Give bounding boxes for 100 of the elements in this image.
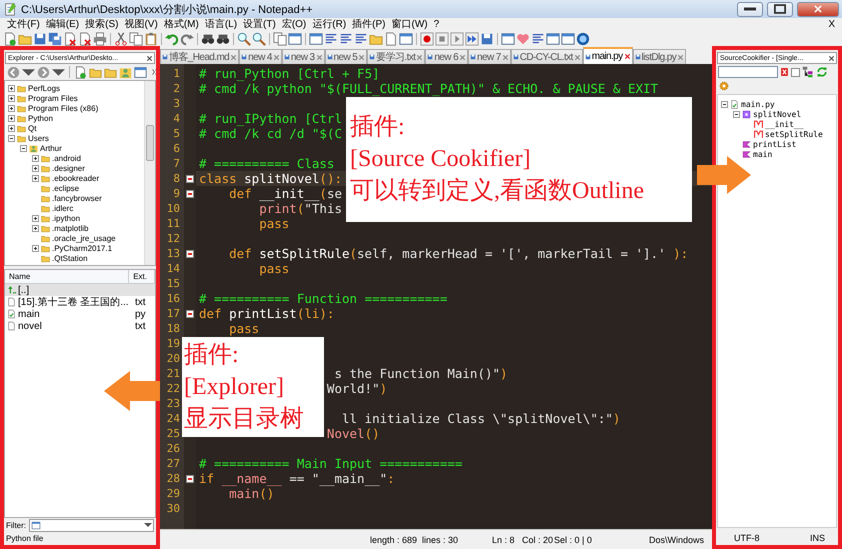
undo-icon[interactable] xyxy=(165,32,179,46)
close-icon[interactable] xyxy=(146,54,153,62)
folder-label[interactable]: PerfLogs xyxy=(28,84,60,92)
window-icon[interactable] xyxy=(501,32,515,46)
clipboard-icon[interactable] xyxy=(144,32,158,46)
menu-item[interactable]: 编辑(E) xyxy=(42,18,82,31)
expand-toggle[interactable] xyxy=(32,214,39,222)
search-field[interactable] xyxy=(718,66,778,78)
symbol-label[interactable]: main xyxy=(753,150,772,158)
file-tab[interactable]: 要学习.txt xyxy=(367,49,426,64)
expand-toggle[interactable] xyxy=(8,124,15,132)
file-tab[interactable]: 博客_Head.md xyxy=(160,49,240,64)
close-page-icon[interactable] xyxy=(78,32,92,46)
file-tab[interactable]: listDlg.py xyxy=(632,49,686,64)
folder-label[interactable]: Python xyxy=(28,114,53,122)
folder-label[interactable]: .eclipse xyxy=(52,184,80,192)
file-row[interactable]: [15].第十三卷 圣王国的... txt xyxy=(5,296,155,308)
fast-forward-icon[interactable] xyxy=(465,32,479,46)
new-page-icon[interactable] xyxy=(74,66,87,78)
clear-icon[interactable] xyxy=(780,66,789,78)
lines-icon[interactable] xyxy=(531,32,545,46)
menu-item[interactable]: 格式(M) xyxy=(160,18,202,31)
expand-toggle[interactable] xyxy=(733,110,740,118)
folder-label[interactable]: Qt xyxy=(28,124,36,132)
expand-toggle[interactable] xyxy=(8,84,15,92)
record-icon[interactable] xyxy=(420,32,434,46)
lines-icon[interactable] xyxy=(339,32,353,46)
scissors-icon[interactable] xyxy=(114,32,128,46)
binoculars-icon[interactable] xyxy=(216,32,230,46)
folder-label[interactable]: .oracle_jre_usage xyxy=(52,234,116,242)
column-header[interactable]: Ext. xyxy=(129,270,155,283)
scrollbar[interactable] xyxy=(144,81,155,265)
symbol-label[interactable]: setSplitRule xyxy=(765,130,823,138)
pages-icon[interactable] xyxy=(273,32,287,46)
window-icon[interactable] xyxy=(399,32,413,46)
menu-item[interactable]: 语言(L) xyxy=(202,18,240,31)
column-header[interactable]: Name xyxy=(5,270,130,283)
expand-toggle[interactable] xyxy=(8,104,15,112)
folder-label[interactable]: .idlerc xyxy=(52,204,74,212)
lines-icon[interactable] xyxy=(324,32,338,46)
menu-item[interactable]: 运行(R) xyxy=(309,18,350,31)
folder-label[interactable]: .designer xyxy=(52,164,85,172)
back-icon[interactable] xyxy=(7,66,20,78)
window-icon[interactable] xyxy=(134,66,147,78)
folder-label[interactable]: .ipython xyxy=(52,214,80,222)
stop-icon[interactable] xyxy=(435,32,449,46)
fold-marker[interactable] xyxy=(186,190,194,198)
folder-label[interactable]: Users xyxy=(28,134,49,142)
menu-item[interactable]: 窗口(W) xyxy=(388,18,431,31)
folder-label[interactable]: Program Files (x86) xyxy=(28,104,98,112)
expand-toggle[interactable] xyxy=(721,100,728,108)
expand-toggle[interactable] xyxy=(8,134,15,142)
maximize-button[interactable] xyxy=(767,2,793,16)
minimize-button[interactable] xyxy=(737,2,763,16)
close-button[interactable] xyxy=(797,2,839,16)
symbol-label[interactable]: printList xyxy=(753,140,796,148)
folder-label[interactable]: .ebookreader xyxy=(52,174,100,182)
window-icon[interactable] xyxy=(309,32,323,46)
magnifier-icon[interactable] xyxy=(237,32,251,46)
binoculars-icon[interactable] xyxy=(201,32,215,46)
folder-label[interactable]: .android xyxy=(52,154,81,162)
symbol-label[interactable]: splitNovel xyxy=(753,110,802,118)
file-tab[interactable]: new 3 xyxy=(282,49,325,64)
expand-toggle[interactable] xyxy=(8,94,15,102)
lines-icon[interactable] xyxy=(354,32,368,46)
menu-item[interactable]: 视图(V) xyxy=(121,18,161,31)
window-icon[interactable] xyxy=(546,32,560,46)
menu-item[interactable]: 设置(T) xyxy=(240,18,279,31)
close-page-icon[interactable] xyxy=(63,32,77,46)
fold-marker[interactable] xyxy=(186,474,194,482)
pages-icon[interactable] xyxy=(129,32,143,46)
expand-toggle[interactable] xyxy=(32,174,39,182)
window-icon[interactable] xyxy=(561,32,575,46)
symbol-label[interactable]: main.py xyxy=(741,100,775,108)
expand-toggle[interactable] xyxy=(32,154,39,162)
menu-item[interactable]: 文件(F) xyxy=(4,18,43,31)
close-icon[interactable] xyxy=(624,53,631,60)
hierarchy-icon[interactable] xyxy=(802,66,814,78)
expand-toggle[interactable] xyxy=(20,144,27,152)
file-tab[interactable]: main.py xyxy=(582,47,633,64)
file-row[interactable]: [..] xyxy=(5,284,155,296)
fold-marker[interactable] xyxy=(186,174,194,182)
file-tab[interactable]: new 7 xyxy=(468,49,511,64)
fold-marker[interactable] xyxy=(186,250,194,258)
play-icon[interactable] xyxy=(450,32,464,46)
folder-label[interactable]: .matplotlib xyxy=(52,224,88,232)
menu-item[interactable]: 宏(O) xyxy=(278,18,310,31)
file-tab[interactable]: new 4 xyxy=(239,49,282,64)
folder-label[interactable]: Program Files xyxy=(28,94,78,102)
folder-label[interactable]: .QtStation xyxy=(52,254,88,262)
expand-toggle[interactable] xyxy=(32,164,39,172)
menu-item[interactable]: ? xyxy=(430,18,442,31)
forward-icon[interactable] xyxy=(37,66,50,78)
window-icon[interactable] xyxy=(288,32,302,46)
file-row[interactable]: novel txt xyxy=(5,320,155,332)
redo-icon[interactable] xyxy=(180,32,194,46)
close-document-button[interactable]: X xyxy=(825,19,838,30)
expand-toggle[interactable] xyxy=(8,114,15,122)
file-tab[interactable]: new 5 xyxy=(324,49,368,64)
gear-icon[interactable] xyxy=(719,81,729,91)
